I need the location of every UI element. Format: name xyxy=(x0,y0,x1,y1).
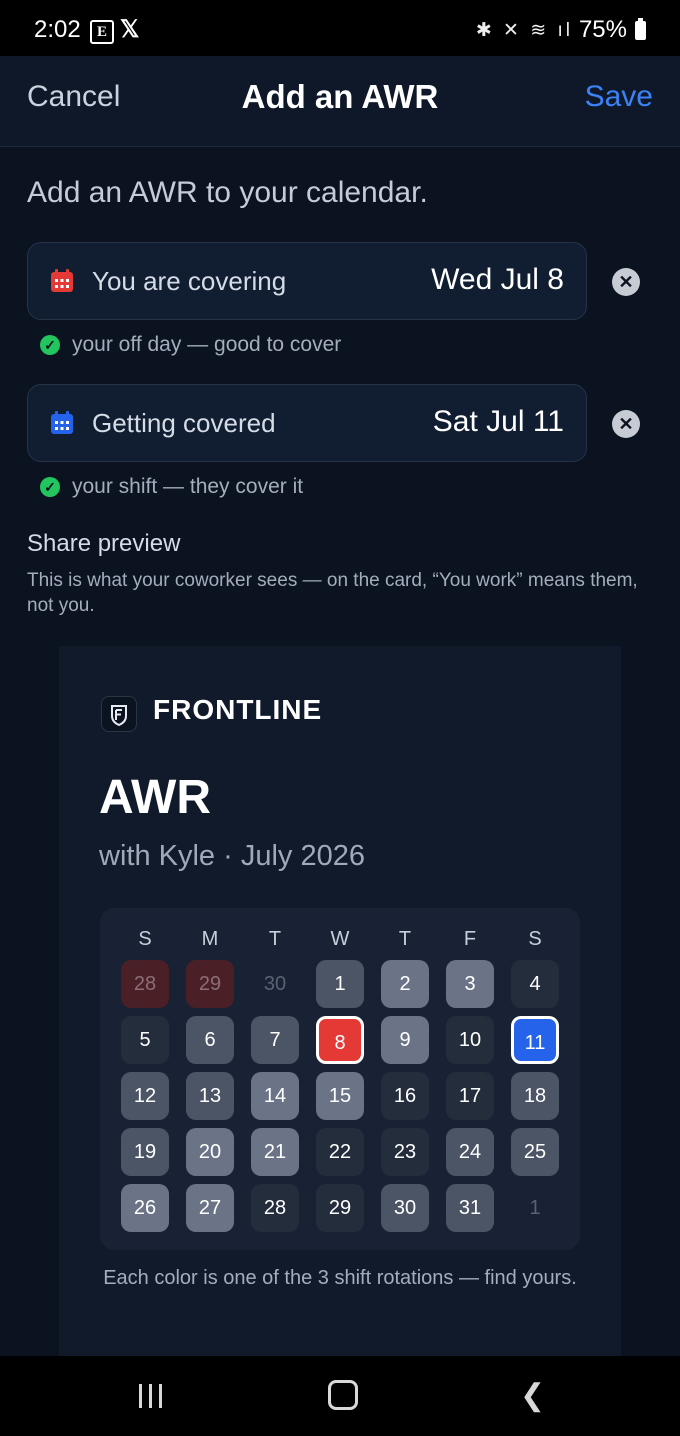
covered-hint-text: your shift — they cover it xyxy=(72,475,304,498)
weekday-header: T xyxy=(268,928,282,950)
battery-icon xyxy=(635,17,646,40)
covering-hint: ✓ your off day — good to cover xyxy=(40,333,341,357)
calendar-icon xyxy=(51,411,73,434)
battery-percent: 75% xyxy=(578,16,627,43)
calendar-day: 9 xyxy=(381,1016,429,1064)
calendar-day: 8 xyxy=(316,1016,364,1064)
calendar-day: 16 xyxy=(381,1072,429,1120)
home-icon[interactable] xyxy=(328,1380,358,1410)
calendar-day: 25 xyxy=(511,1128,559,1176)
covering-hint-text: your off day — good to cover xyxy=(72,333,342,356)
calendar-day: 28 xyxy=(251,1184,299,1232)
calendar-day: 13 xyxy=(186,1072,234,1120)
weekday-header: T xyxy=(398,928,412,950)
intro-text: Add an AWR to your calendar. xyxy=(27,176,428,209)
calendar-day: 29 xyxy=(316,1184,364,1232)
legend-text: Each color is one of the 3 shift rotatio… xyxy=(103,1267,577,1289)
status-right: ✱ ✕ ≋ ıl 75% xyxy=(476,16,646,44)
page-title: Add an AWR xyxy=(241,78,439,115)
weekday-header: F xyxy=(463,928,477,950)
card-subtitle: with Kyle · July 2026 xyxy=(99,840,365,872)
share-card: FRONTLINE AWR with Kyle · July 2026 S M T W… xyxy=(59,646,621,1366)
calendar-day: 12 xyxy=(121,1072,169,1120)
system-nav-bar: ❮ xyxy=(0,1356,680,1436)
share-preview-description: This is what your coworker sees — on the… xyxy=(27,570,638,616)
back-icon[interactable]: ❮ xyxy=(520,1378,545,1413)
calendar-day: 5 xyxy=(121,1016,169,1064)
nav-header: Cancel Add an AWR Save xyxy=(0,56,680,147)
e-app-icon: E xyxy=(90,20,114,44)
check-circle-icon: ✓ xyxy=(40,335,60,355)
calendar-day: 1 xyxy=(316,960,364,1008)
calendar-day: 27 xyxy=(186,1184,234,1232)
calendar-day: 24 xyxy=(446,1128,494,1176)
calendar-day: 30 xyxy=(263,973,287,995)
weekday-header: S xyxy=(138,928,152,950)
status-bar: 2:02 E 𝕏 ✱ ✕ ≋ ıl 75% xyxy=(0,0,680,56)
calendar-day: 31 xyxy=(446,1184,494,1232)
calendar-day: 20 xyxy=(186,1128,234,1176)
calendar-day: 21 xyxy=(251,1128,299,1176)
calendar-day: 17 xyxy=(446,1072,494,1120)
calendar-day: 2 xyxy=(381,960,429,1008)
weekday-header: W xyxy=(330,928,350,950)
clear-covered-icon[interactable]: ✕ xyxy=(612,410,640,438)
check-circle-icon: ✓ xyxy=(40,477,60,497)
weekday-header: S xyxy=(528,928,542,950)
calendar-day: 1 xyxy=(529,1197,541,1219)
calendar-day: 26 xyxy=(121,1184,169,1232)
covering-date-value: Wed Jul 8 xyxy=(431,263,564,296)
covered-hint: ✓ your shift — they cover it xyxy=(40,475,303,499)
calendar-day: 3 xyxy=(446,960,494,1008)
recent-apps-icon[interactable] xyxy=(137,1384,165,1408)
share-preview-title: Share preview xyxy=(27,530,181,557)
calendar-day: 30 xyxy=(381,1184,429,1232)
brand-name: FRONTLINE xyxy=(153,694,323,725)
clear-covering-icon[interactable]: ✕ xyxy=(612,268,640,296)
calendar-day: 23 xyxy=(381,1128,429,1176)
save-button[interactable]: Save xyxy=(585,80,653,114)
calendar-day: 19 xyxy=(121,1128,169,1176)
calendar-day: 18 xyxy=(511,1072,559,1120)
calendar-day: 10 xyxy=(446,1016,494,1064)
calendar-day: 14 xyxy=(251,1072,299,1120)
calendar-day: 6 xyxy=(186,1016,234,1064)
covered-label: Getting covered xyxy=(92,408,276,438)
status-time: 2:02 xyxy=(34,16,81,43)
x-app-icon: 𝕏 xyxy=(120,16,140,43)
calendar-grid: S M T W T F S 28 29 30 1 2 3 4 5 6 7 8 9 10 11 12 13 14 15 16 17 18… xyxy=(100,908,580,1250)
calendar-day: 15 xyxy=(316,1072,364,1120)
calendar-day: 28 xyxy=(121,960,169,1008)
calendar-icon xyxy=(51,269,73,292)
card-title: AWR xyxy=(99,771,211,824)
weekday-header: M xyxy=(201,928,219,950)
covering-label: You are covering xyxy=(92,266,287,296)
covered-date-field[interactable]: Getting covered Sat Jul 11 xyxy=(27,384,587,462)
covering-date-field[interactable]: You are covering Wed Jul 8 xyxy=(27,242,587,320)
calendar-day: 11 xyxy=(511,1016,559,1064)
calendar-day: 29 xyxy=(186,960,234,1008)
calendar-day: 4 xyxy=(511,960,559,1008)
covered-date-value: Sat Jul 11 xyxy=(432,405,564,438)
calendar-day: 22 xyxy=(316,1128,364,1176)
calendar-day: 7 xyxy=(251,1016,299,1064)
frontline-logo-icon xyxy=(101,696,137,732)
connectivity-icons: ✱ ✕ ≋ ıl xyxy=(475,19,573,41)
